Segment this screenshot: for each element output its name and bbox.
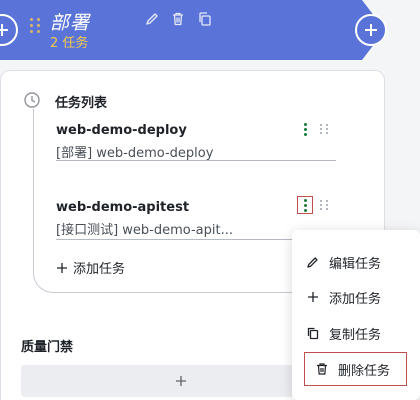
- menu-item-label: 复制任务: [329, 327, 382, 343]
- menu-item-copy[interactable]: 复制任务: [306, 319, 381, 347]
- stage-drag-handle-icon[interactable]: [30, 18, 41, 33]
- drag-handle-icon[interactable]: [320, 124, 329, 134]
- edit-stage-icon[interactable]: [144, 11, 160, 27]
- drag-handle-icon[interactable]: [320, 200, 329, 210]
- stage-task-count: 2 任务: [50, 36, 89, 51]
- menu-item-edit[interactable]: 编辑任务: [306, 248, 381, 276]
- more-icon[interactable]: [297, 196, 313, 214]
- task-actions-menu: 编辑任务 添加任务 复制任务 删除任务: [292, 230, 420, 400]
- plus-icon: [308, 292, 318, 302]
- edit-icon: [307, 257, 318, 268]
- clock-icon: [23, 91, 41, 109]
- menu-item-add[interactable]: 添加任务: [306, 283, 381, 311]
- task-name: web-demo-deploy: [56, 123, 187, 138]
- divider: [56, 160, 336, 161]
- task-name: web-demo-apitest: [56, 200, 190, 215]
- plus-icon: [0, 24, 8, 36]
- delete-icon: [317, 363, 327, 375]
- menu-item-label: 编辑任务: [329, 256, 382, 272]
- job-title: 任务列表: [55, 96, 108, 111]
- menu-item-delete[interactable]: 删除任务: [304, 352, 407, 386]
- more-icon[interactable]: [297, 120, 313, 138]
- menu-item-label: 删除任务: [338, 363, 391, 379]
- copy-stage-icon[interactable]: [197, 11, 213, 27]
- add-task-button[interactable]: 添加任务: [56, 258, 125, 277]
- plus-icon: [176, 376, 186, 386]
- menu-item-label: 添加任务: [329, 291, 382, 307]
- quality-gate-title: 质量门禁: [21, 340, 74, 355]
- task-item[interactable]: web-demo-deploy [部署] web-demo-deploy: [56, 123, 336, 161]
- task-subtitle: [部署] web-demo-deploy: [56, 146, 214, 161]
- add-stage-after-button[interactable]: [355, 14, 387, 46]
- plus-icon: [57, 262, 67, 273]
- add-task-label: 添加任务: [73, 262, 126, 277]
- delete-stage-icon[interactable]: [170, 11, 186, 27]
- stage-title: 部署: [50, 12, 91, 34]
- plus-icon: [365, 24, 377, 36]
- copy-icon: [307, 327, 319, 340]
